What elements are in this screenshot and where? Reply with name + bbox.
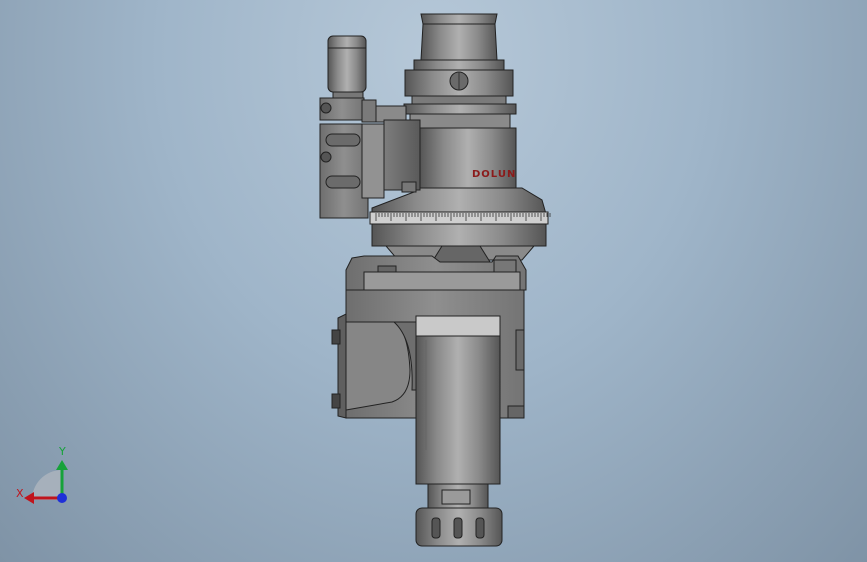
- spindle-housing: [415, 315, 501, 485]
- clamp-screw-icon: [320, 102, 332, 114]
- orientation-triad[interactable]: X Y: [16, 445, 68, 504]
- y-axis-label: Y: [58, 445, 66, 458]
- brand-label: DOLUN: [472, 169, 516, 180]
- clamp-screw-icon-2: [320, 151, 332, 163]
- taper-shank: [413, 13, 505, 71]
- angle-scale-ring: [369, 211, 551, 263]
- collet-nut: [415, 483, 503, 547]
- z-axis-dot: [57, 493, 67, 503]
- x-axis-label: X: [16, 487, 24, 500]
- coolant-nozzle: [327, 35, 367, 101]
- cad-viewport[interactable]: DOLUN X Y: [0, 0, 867, 562]
- flange: [403, 69, 517, 129]
- tool-holder-model[interactable]: DOLUN: [319, 13, 551, 547]
